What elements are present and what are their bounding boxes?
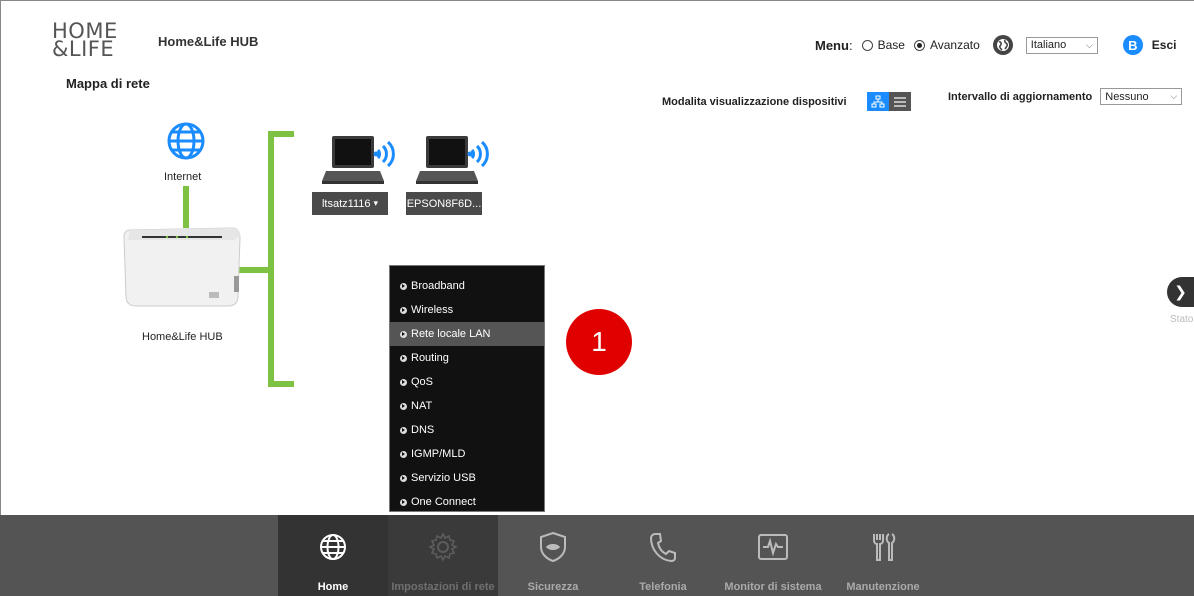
monitor-icon: [757, 527, 789, 567]
chevron-down-icon: ⌵: [1170, 91, 1178, 101]
nav-home[interactable]: Home: [278, 515, 388, 596]
menu-item-broadband[interactable]: Broadband: [390, 274, 544, 298]
menu-item-qos[interactable]: QoS: [390, 370, 544, 394]
router-label: Home&Life HUB: [142, 331, 223, 343]
device-button-ltsatz1116[interactable]: ltsatz1116 ▾: [312, 192, 388, 215]
nav-security[interactable]: Sicurezza: [498, 515, 608, 596]
app-title: Home&Life HUB: [158, 34, 259, 49]
arrow-right-icon: [400, 498, 407, 506]
language-globe-icon: [992, 35, 1013, 55]
arrow-right-icon: [400, 450, 407, 458]
arrow-right-icon: [400, 330, 407, 338]
menu-item-one-connect[interactable]: One Connect: [390, 490, 544, 514]
link-router-bus: [238, 267, 270, 273]
side-panel-label: Stato: [1170, 314, 1194, 325]
list-view-button[interactable]: [888, 92, 911, 111]
mode-advanced-label[interactable]: Avanzato: [930, 38, 980, 52]
menu-item-lan[interactable]: Rete locale LAN: [390, 322, 544, 346]
globe-icon: [318, 527, 348, 567]
logout-icon[interactable]: B: [1122, 35, 1143, 55]
step-annotation-badge: 1: [566, 309, 632, 375]
link-bus-top: [268, 131, 294, 137]
router-image[interactable]: [122, 218, 242, 308]
view-mode-label: Modalita visualizzazione dispositivi: [662, 95, 847, 108]
chevron-down-icon: ⌵: [1085, 39, 1093, 50]
refresh-interval: Intervallo di aggiornamento Nessuno ⌵: [948, 88, 1183, 105]
menu-item-routing[interactable]: Routing: [390, 346, 544, 370]
topology-view-button[interactable]: [866, 92, 889, 111]
view-mode-toggle: Modalita visualizzazione dispositivi: [662, 92, 911, 111]
logout-button[interactable]: Esci: [1152, 38, 1177, 52]
nav-telephony[interactable]: Telefonia: [608, 515, 718, 596]
link-bus-vertical: [268, 131, 274, 387]
refresh-interval-label: Intervallo di aggiornamento: [948, 90, 1093, 103]
menu-item-igmp-mld[interactable]: IGMP/MLD: [390, 442, 544, 466]
bottom-nav-bar: Home Impostazioni di rete Sicurezza Tele…: [0, 515, 1194, 596]
tools-icon: [868, 527, 898, 567]
arrow-right-icon: [400, 426, 407, 434]
brand-logo: HOME &LIFE: [52, 19, 118, 61]
laptop-icon[interactable]: [412, 133, 492, 193]
phone-icon: [648, 527, 678, 567]
shield-icon: [538, 527, 568, 567]
nav-system-monitor[interactable]: Monitor di sistema: [718, 515, 828, 596]
side-panel-expand-icon[interactable]: ❯: [1167, 277, 1194, 307]
gear-icon: [427, 527, 459, 567]
menu-item-dns[interactable]: DNS: [390, 418, 544, 442]
laptop-icon[interactable]: [318, 133, 398, 193]
arrow-right-icon: [400, 282, 407, 290]
menu-mode-selector: Menu: Base Avanzato Italiano ⌵ B Esci: [815, 35, 1176, 55]
arrow-right-icon: [400, 474, 407, 482]
device-button-epson[interactable]: EPSON8F6D...: [406, 192, 482, 215]
arrow-right-icon: [400, 402, 407, 410]
menu-item-nat[interactable]: NAT: [390, 394, 544, 418]
nav-network-settings[interactable]: Impostazioni di rete: [388, 515, 498, 596]
language-select[interactable]: Italiano ⌵: [1025, 36, 1098, 54]
arrow-right-icon: [400, 354, 407, 362]
refresh-interval-select[interactable]: Nessuno ⌵: [1100, 88, 1183, 105]
mode-advanced-radio[interactable]: [913, 39, 925, 51]
page-title: Mappa di rete: [66, 76, 150, 91]
network-settings-menu: Broadband Wireless Rete locale LAN Routi…: [389, 265, 545, 512]
menu-item-usb-service[interactable]: Servizio USB: [390, 466, 544, 490]
link-bus-bottom: [268, 381, 294, 387]
arrow-right-icon: [400, 306, 407, 314]
nav-maintenance[interactable]: Manutenzione: [828, 515, 938, 596]
menu-item-wireless[interactable]: Wireless: [390, 298, 544, 322]
menu-label: Menu:: [815, 37, 853, 53]
arrow-right-icon: [400, 378, 407, 386]
caret-down-icon: ▾: [373, 198, 379, 208]
mode-base-radio[interactable]: [861, 39, 873, 51]
internet-label: Internet: [164, 171, 202, 183]
internet-globe-icon[interactable]: [166, 121, 206, 166]
mode-base-label[interactable]: Base: [878, 38, 905, 52]
